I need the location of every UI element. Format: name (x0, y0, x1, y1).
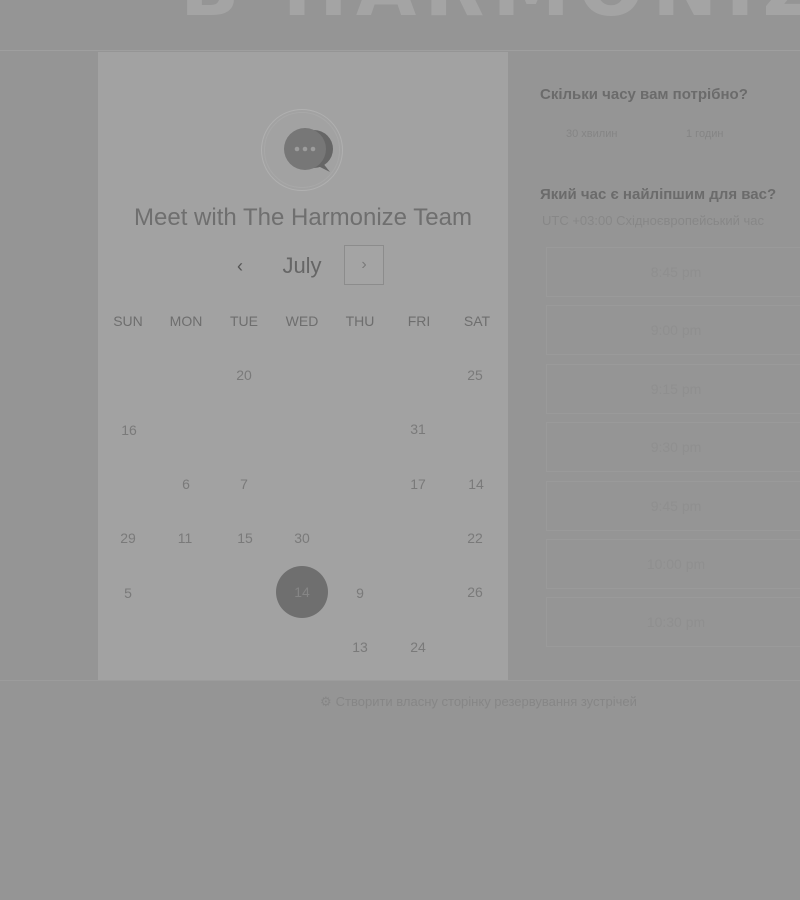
top-banner: B HARMONIZE (0, 0, 800, 51)
calendar-day[interactable]: 5 (111, 583, 145, 603)
duration-option-60[interactable]: 1 годин (686, 128, 723, 140)
create-page-link[interactable]: ⚙ Створити власну сторінку резервування з… (320, 694, 637, 710)
calendar-day[interactable]: 13 (343, 637, 377, 657)
weekday-wed: WED (285, 313, 319, 329)
time-slot[interactable]: 9:30 pm (546, 422, 800, 472)
calendar-day[interactable]: 15 (228, 528, 262, 548)
weekday-mon: MON (169, 313, 203, 329)
month-label: July (282, 253, 322, 278)
calendar-day[interactable]: 25 (458, 365, 492, 385)
time-slot[interactable]: 10:30 pm (546, 597, 800, 647)
calendar-day[interactable]: 14 (459, 474, 493, 494)
create-page-link-text: Створити власну сторінку резервування зу… (335, 694, 637, 709)
timezone-selector[interactable]: UTC +03:00 Східноєвропейський час (542, 213, 764, 228)
weekday-fri: FRI (407, 313, 431, 329)
weekday-sun: SUN (113, 313, 143, 329)
calendar-day[interactable]: 20 (227, 365, 261, 385)
meeting-title: Meet with The Harmonize Team (134, 204, 472, 231)
duration-option-30[interactable]: 30 хвилин (566, 128, 617, 140)
calendar-day[interactable]: 22 (458, 528, 492, 548)
weekday-sat: SAT (463, 313, 491, 329)
hubspot-sprocket-icon: ⚙ (320, 694, 332, 709)
next-month-button[interactable]: › (344, 245, 384, 285)
calendar-day[interactable]: 24 (401, 637, 435, 657)
calendar-day-selected[interactable]: 14 (276, 566, 328, 618)
prev-month-button[interactable]: ‹ (226, 252, 254, 280)
calendar-day[interactable]: 11 (168, 528, 202, 548)
time-slot[interactable]: 10:00 pm (546, 539, 800, 589)
time-question: Який час є найліпшим для вас? (540, 186, 777, 203)
time-slot[interactable]: 9:00 pm (546, 305, 800, 355)
calendar-day[interactable]: 30 (285, 528, 319, 548)
brand-logo: B HARMONIZE (180, 0, 800, 34)
calendar-day[interactable]: 31 (401, 419, 435, 439)
duration-question: Скільки часу вам потрібно? (540, 86, 748, 103)
calendar-day[interactable]: 16 (112, 420, 146, 440)
time-slot[interactable]: 8:45 pm (546, 247, 800, 297)
time-slot[interactable]: 9:45 pm (546, 481, 800, 531)
calendar-day[interactable]: 9 (343, 583, 377, 603)
calendar-day[interactable]: 7 (227, 474, 261, 494)
weekday-thu: THU (345, 313, 375, 329)
calendar-day[interactable]: 6 (169, 474, 203, 494)
time-slot[interactable]: 9:15 pm (546, 364, 800, 414)
calendar-day[interactable]: 29 (111, 528, 145, 548)
footer-divider (0, 680, 800, 681)
chat-bubble-icon (284, 128, 333, 172)
calendar-day[interactable]: 26 (458, 582, 492, 602)
weekday-tue: TUE (230, 313, 258, 329)
calendar-day[interactable]: 17 (401, 474, 435, 494)
